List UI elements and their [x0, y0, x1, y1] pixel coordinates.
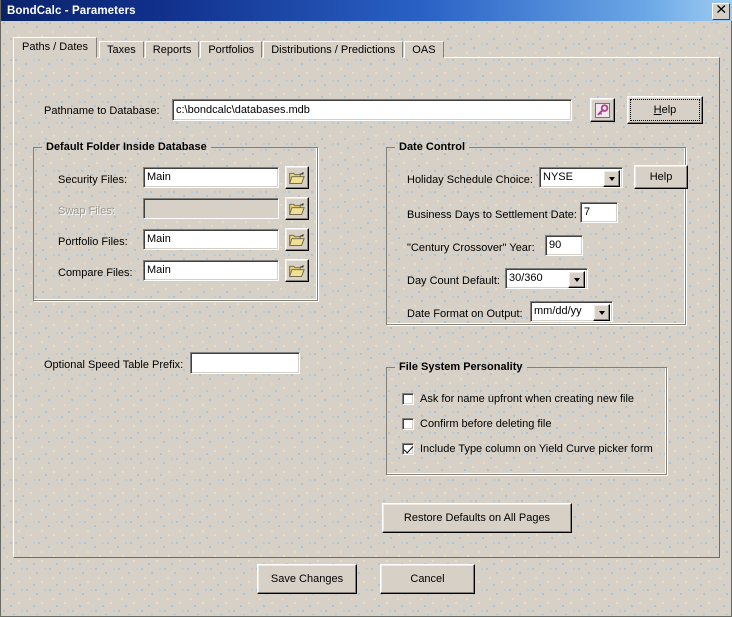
checkbox-label: Confirm before deleting file — [420, 418, 551, 430]
checkbox-confirm-before-deleting[interactable]: Confirm before deleting file — [402, 418, 551, 430]
checkbox-box[interactable] — [402, 393, 414, 405]
chevron-down-icon[interactable] — [568, 271, 585, 288]
tab-label: Taxes — [107, 44, 136, 56]
key-icon — [595, 103, 610, 118]
open-folder-icon — [289, 171, 305, 185]
tab-reports[interactable]: Reports — [145, 41, 200, 58]
security-files-browse-button[interactable] — [285, 166, 309, 189]
tab-portfolios[interactable]: Portfolios — [200, 41, 262, 58]
restore-defaults-label: Restore Defaults on All Pages — [404, 512, 550, 524]
speed-table-prefix-label: Optional Speed Table Prefix: — [44, 359, 183, 371]
close-icon — [717, 5, 726, 13]
date-format-select[interactable]: mm/dd/yy — [530, 301, 613, 322]
date-format-label: Date Format on Output: — [407, 308, 523, 320]
tab-strip: Paths / Dates Taxes Reports Portfolios D… — [15, 38, 445, 58]
day-count-value: 30/360 — [509, 272, 543, 284]
portfolio-files-input[interactable]: Main — [143, 229, 279, 250]
database-browse-button[interactable] — [590, 98, 615, 122]
checkbox-box[interactable] — [402, 443, 414, 455]
checkbox-label: Include Type column on Yield Curve picke… — [420, 443, 653, 455]
parameters-window: BondCalc - Parameters Paths / Dates Taxe… — [0, 0, 732, 617]
tab-oas[interactable]: OAS — [404, 41, 443, 58]
portfolio-files-label: Portfolio Files: — [58, 236, 128, 248]
file-system-personality-group: File System Personality Ask for name upf… — [386, 367, 667, 475]
cancel-button[interactable]: Cancel — [380, 564, 475, 594]
open-folder-icon — [289, 233, 305, 247]
cancel-label: Cancel — [410, 573, 444, 585]
close-button[interactable] — [712, 3, 730, 20]
title-bar: BondCalc - Parameters — [1, 0, 732, 21]
century-crossover-input[interactable]: 90 — [545, 235, 583, 256]
client-area: Paths / Dates Taxes Reports Portfolios D… — [2, 21, 731, 615]
tab-label: OAS — [412, 44, 435, 56]
tab-paths-dates[interactable]: Paths / Dates — [13, 37, 97, 58]
tab-label: Portfolios — [208, 44, 254, 56]
compare-files-browse-button[interactable] — [285, 259, 309, 282]
tab-page-paths-dates: Pathname to Database: c:\bondcalc\databa… — [13, 57, 720, 558]
portfolio-files-browse-button[interactable] — [285, 228, 309, 251]
help-label: Help — [650, 171, 673, 183]
open-folder-icon — [289, 264, 305, 278]
window-title: BondCalc - Parameters — [7, 5, 136, 17]
checkbox-ask-name-upfront[interactable]: Ask for name upfront when creating new f… — [402, 393, 634, 405]
tab-label: Reports — [153, 44, 192, 56]
open-folder-icon — [289, 202, 305, 216]
holiday-schedule-label: Holiday Schedule Choice: — [407, 174, 533, 186]
day-count-select[interactable]: 30/360 — [505, 268, 588, 289]
security-files-label: Security Files: — [58, 174, 127, 186]
speed-table-prefix-input[interactable] — [190, 352, 300, 374]
pathname-input[interactable]: c:\bondcalc\databases.mdb — [172, 99, 572, 121]
save-changes-label: Save Changes — [271, 573, 343, 585]
checkbox-box[interactable] — [402, 418, 414, 430]
chevron-down-icon[interactable] — [593, 304, 610, 321]
holiday-schedule-value: NYSE — [543, 171, 573, 183]
pathname-label: Pathname to Database: — [44, 105, 160, 117]
chevron-down-icon[interactable] — [603, 170, 620, 187]
swap-files-input — [143, 198, 279, 219]
compare-files-input[interactable]: Main — [143, 260, 279, 281]
day-count-label: Day Count Default: — [407, 275, 500, 287]
century-crossover-label: "Century Crossover" Year: — [407, 242, 535, 254]
swap-files-label: Swap Files: — [58, 205, 115, 217]
restore-defaults-button[interactable]: Restore Defaults on All Pages — [382, 503, 572, 533]
security-files-input[interactable]: Main — [143, 167, 279, 188]
checkbox-include-type-column[interactable]: Include Type column on Yield Curve picke… — [402, 443, 653, 455]
date-control-group: Date Control Holiday Schedule Choice: NY… — [386, 147, 686, 325]
file-system-group-title: File System Personality — [395, 361, 527, 373]
pathname-help-button[interactable]: Help — [627, 96, 703, 124]
default-folder-group: Default Folder Inside Database Security … — [33, 147, 318, 301]
date-control-group-title: Date Control — [395, 141, 469, 153]
checkbox-label: Ask for name upfront when creating new f… — [420, 393, 634, 405]
date-format-value: mm/dd/yy — [534, 305, 582, 317]
swap-files-browse-button[interactable] — [285, 197, 309, 220]
help-accel: H — [654, 104, 662, 116]
holiday-schedule-select[interactable]: NYSE — [539, 167, 623, 188]
tab-label: Paths / Dates — [22, 41, 88, 53]
tab-label: Distributions / Predictions — [271, 44, 395, 56]
date-control-help-button[interactable]: Help — [634, 165, 688, 189]
business-days-input[interactable]: 7 — [580, 202, 618, 223]
tab-distributions-predictions[interactable]: Distributions / Predictions — [263, 41, 403, 58]
save-changes-button[interactable]: Save Changes — [257, 564, 357, 594]
help-rest: elp — [662, 104, 677, 116]
compare-files-label: Compare Files: — [58, 267, 133, 279]
tab-taxes[interactable]: Taxes — [99, 41, 144, 58]
default-folder-group-title: Default Folder Inside Database — [42, 141, 211, 153]
business-days-label: Business Days to Settlement Date: — [407, 209, 577, 221]
